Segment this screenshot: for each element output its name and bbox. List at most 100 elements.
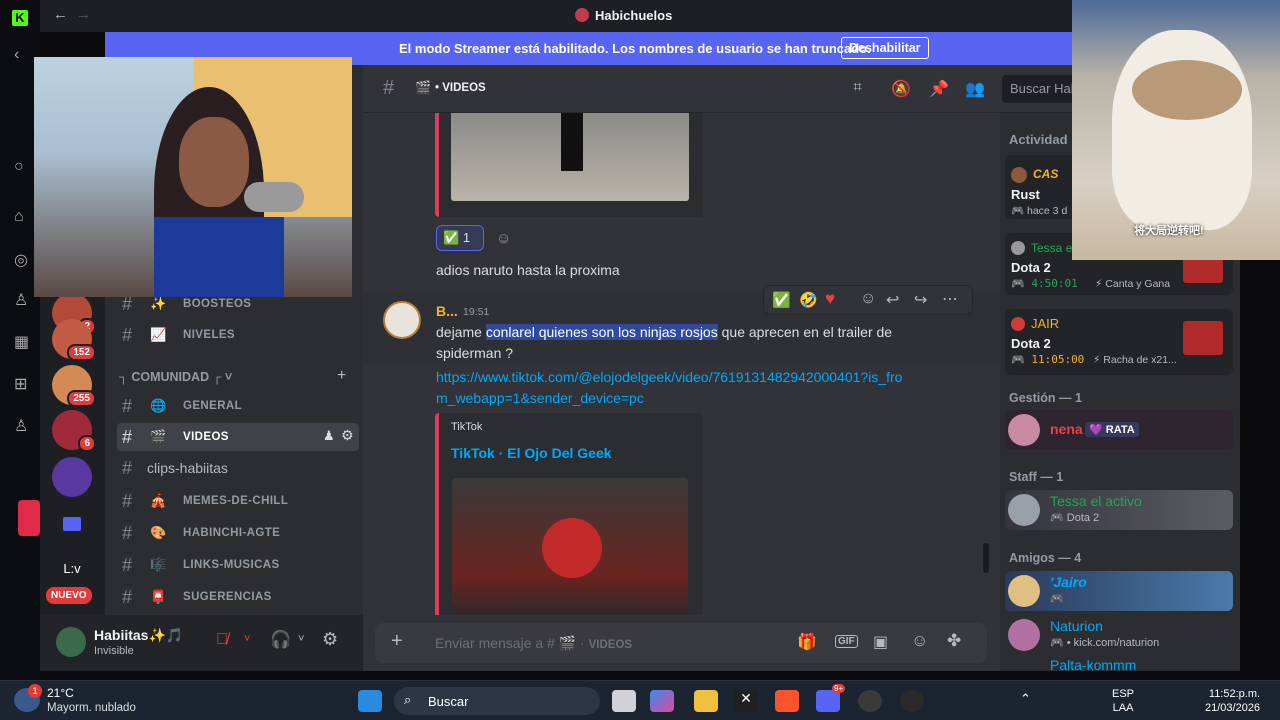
discord-icon[interactable] [816, 690, 840, 712]
embed-title[interactable]: TikTok · El Ojo Del Geek [451, 445, 612, 461]
explorer-icon[interactable] [694, 690, 718, 712]
mic-muted-icon[interactable]: 🎙̸ [216, 631, 228, 649]
server-icon[interactable]: 6 [52, 410, 96, 452]
server-icon[interactable]: 255 [52, 365, 96, 407]
member-palta[interactable]: Palta-kommm [1005, 655, 1233, 671]
chevron-down-icon[interactable]: ˅ [298, 633, 304, 645]
home-icon[interactable]: ⌂ [14, 208, 24, 226]
tiktok-link[interactable]: https://www.tiktok.com/@elojodelgeek/vid… [436, 367, 906, 409]
brave-icon[interactable] [775, 690, 799, 712]
badge: 152 [67, 344, 96, 361]
invite-icon[interactable]: ♟ [323, 428, 335, 444]
embed-prev [435, 113, 703, 217]
obs-icon[interactable] [858, 690, 882, 712]
settings-icon[interactable]: ⚙ [341, 427, 354, 444]
user-status: Invisible [94, 645, 134, 657]
mute-icon[interactable]: 🔕 [891, 79, 911, 99]
author-name[interactable]: B... [436, 303, 458, 319]
member-naturion[interactable]: Naturion 🎮 • kick.com/naturion [1005, 615, 1233, 655]
apps-icon[interactable]: ✤ [947, 631, 961, 651]
webcam-streamer [34, 57, 352, 297]
user-icon[interactable]: ♙ [14, 290, 28, 310]
channel-sugerencias[interactable]: # 📮 SUGERENCIAS [117, 583, 359, 611]
plus-icon[interactable]: + [391, 630, 403, 653]
add-channel-icon[interactable]: + [337, 367, 346, 385]
channel-name: • VIDEOS [435, 82, 486, 94]
laugh-reaction-icon[interactable]: 🤣 [799, 291, 818, 309]
taskview-icon[interactable] [612, 690, 636, 712]
username: Habiitas✨🎵 [94, 627, 184, 643]
more-icon[interactable]: ⋯ [942, 289, 958, 309]
member-tessa[interactable]: Tessa el activo 🎮 Dota 2 [1005, 490, 1233, 530]
message-input[interactable]: + Enviar mensaje a # 🎬 · VIDEOS 🎁 GIF ▣ … [375, 623, 987, 663]
discord-badge: 9+ [832, 684, 846, 693]
channel-general[interactable]: # 🌐 GENERAL [117, 392, 359, 420]
sticker-icon[interactable]: ▣ [873, 632, 888, 652]
channel-clips-habiitas[interactable]: # clips-habiitas [117, 454, 359, 482]
activity-card[interactable]: JAIR Dota 2 🎮 11:05:00 ⚡ Racha de x21... [1005, 309, 1233, 375]
member-jairo[interactable]: 'Jairo 🎮 [1005, 571, 1233, 611]
microphone [244, 182, 304, 212]
channel-links[interactable]: # 🎼 LINKS-MUSICAS [117, 551, 359, 579]
channel-memes[interactable]: # 🎪 MEMES-DE-CHILL [117, 487, 359, 515]
start-icon[interactable] [358, 690, 382, 712]
capcut-icon[interactable]: ✕ [734, 690, 758, 712]
language[interactable]: ESP LAA [1112, 687, 1134, 715]
dota-icon [1183, 321, 1223, 355]
composer: + Enviar mensaje a # 🎬 · VIDEOS 🎁 GIF ▣ … [363, 615, 1000, 671]
reaction-check[interactable]: ✅ 1 [436, 225, 484, 251]
server-icon [575, 8, 589, 22]
channel-niveles[interactable]: # 📈 NIVELES [117, 321, 359, 349]
gif-icon[interactable]: GIF [835, 635, 858, 648]
search-icon[interactable]: ○ [14, 158, 24, 176]
folder-icon[interactable] [63, 517, 81, 531]
scrollbar[interactable] [983, 543, 989, 573]
check-reaction-icon[interactable]: ✅ [772, 291, 791, 309]
emoji-icon[interactable]: ☺ [911, 631, 928, 651]
gift-icon[interactable]: 🎁 [797, 632, 817, 652]
chevron-down-icon[interactable]: ˅ [244, 633, 250, 645]
avatar[interactable] [56, 627, 86, 657]
people-icon[interactable]: ♙ [14, 416, 28, 436]
add-reaction-icon[interactable]: ☺ [496, 230, 511, 247]
cat-caption: 将大局逆转吧! [1134, 225, 1204, 237]
search-box[interactable]: ⌕ Buscar [394, 687, 600, 715]
headphones-icon[interactable]: 🎧 [270, 630, 291, 650]
channel-habinchi[interactable]: # 🎨 HABINCHI-AGTE [117, 519, 359, 547]
live-tab[interactable] [18, 500, 40, 536]
back-arrow-icon[interactable]: ← [53, 6, 68, 23]
server-icon[interactable]: 152 [52, 319, 96, 361]
gear-icon[interactable]: ⚙ [322, 629, 338, 650]
pin-icon[interactable]: 📌 [929, 79, 949, 99]
embed-image[interactable] [451, 113, 689, 201]
embed-video-thumbnail[interactable] [452, 478, 688, 615]
avatar[interactable] [383, 301, 421, 339]
forward-arrow-icon[interactable]: → [76, 6, 91, 23]
disable-streamer-button[interactable]: Deshabilitar [841, 37, 929, 59]
member-nena[interactable]: nena 💜 RATA [1005, 410, 1233, 450]
compass-icon[interactable]: ◎ [14, 250, 28, 270]
add-icon[interactable]: ⊞ [14, 374, 27, 394]
app-icon[interactable] [900, 690, 924, 712]
category-comunidad[interactable]: ┐ COMUNIDAD ┌ ˅ [119, 370, 232, 384]
back-icon[interactable]: ‹ [14, 46, 19, 64]
calendar-icon[interactable]: ▦ [14, 332, 29, 352]
server-lv[interactable]: L:v [52, 553, 92, 585]
forward-icon[interactable]: ↪ [914, 290, 927, 310]
add-reaction-icon[interactable]: ☺ [860, 290, 876, 308]
tray-chevron-icon[interactable]: ⌃ [1020, 691, 1031, 707]
message-list: ✅ 1 ☺ adios naruto hasta la proxima B...… [363, 113, 1000, 615]
server-icon[interactable] [52, 457, 92, 497]
timestamp: 19:51 [463, 306, 490, 318]
m365-icon[interactable] [650, 690, 674, 712]
temperature: 21°C [47, 686, 74, 700]
members-icon[interactable]: 👥 [965, 79, 985, 99]
kick-logo-icon[interactable]: K [12, 10, 28, 26]
clock[interactable]: 11:52:p.m. 21/03/2026 [1205, 687, 1260, 715]
threads-icon[interactable]: ⌗ [853, 79, 862, 97]
section-staff: Staff — 1 [1009, 470, 1064, 484]
message-toolbar: ✅ 🤣 ♥ ☺ ↩ ↪ ⋯ [763, 285, 973, 315]
heart-reaction-icon[interactable]: ♥ [825, 289, 835, 309]
channel-videos[interactable]: # 🎬 VIDEOS ♟ ⚙ [117, 423, 359, 451]
reply-icon[interactable]: ↩ [886, 290, 899, 310]
